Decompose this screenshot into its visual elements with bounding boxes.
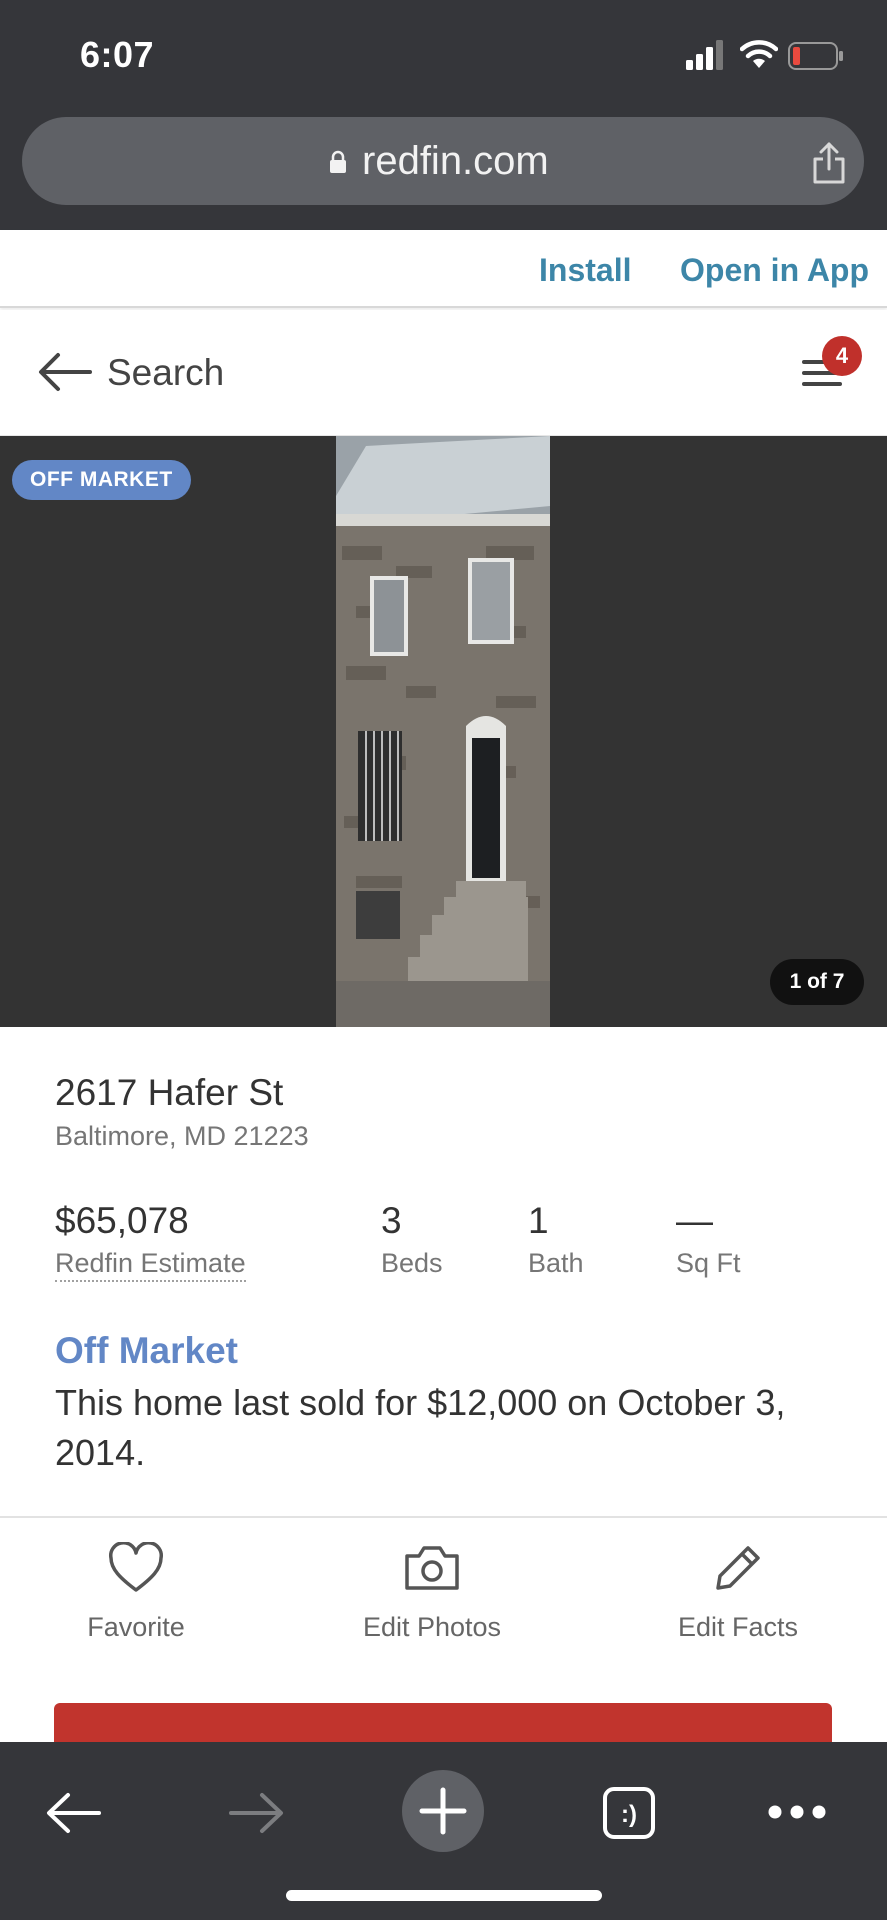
off-market-badge: OFF MARKET	[12, 460, 191, 500]
favorite-label: Favorite	[87, 1612, 185, 1642]
beds-label: Beds	[381, 1248, 443, 1278]
listing-photo-carousel[interactable]: OFF MARKET 1 of 7	[0, 436, 887, 1027]
lock-icon	[330, 150, 346, 173]
url-text: redfin.com	[362, 139, 549, 183]
battery-low-icon	[788, 42, 843, 70]
edit-facts-label: Edit Facts	[677, 1612, 799, 1642]
back-arrow-icon[interactable]	[36, 350, 92, 394]
app-install-banner: Install Open in App	[0, 230, 887, 308]
install-button[interactable]: Install	[539, 252, 631, 289]
divider	[0, 1516, 887, 1518]
menu-notification-badge: 4	[822, 336, 862, 376]
status-time: 6:07	[80, 34, 155, 75]
redfin-estimate-link[interactable]: Redfin Estimate	[55, 1248, 246, 1282]
edit-photos-label: Edit Photos	[362, 1612, 502, 1642]
listing-address: 2617 Hafer St	[55, 1072, 284, 1113]
page-header: Search 4	[0, 310, 887, 436]
browser-back-icon[interactable]	[44, 1790, 102, 1836]
beds-value: 3	[381, 1200, 402, 1241]
estimate-value: $65,078	[55, 1200, 189, 1241]
share-icon[interactable]	[810, 141, 848, 185]
wifi-icon	[740, 40, 778, 68]
sqft-label: Sq Ft	[676, 1248, 741, 1278]
tab-switcher-icon[interactable]: :)	[602, 1786, 656, 1840]
cellular-signal-icon	[686, 40, 723, 70]
camera-icon	[405, 1546, 459, 1590]
address-bar[interactable]: redfin.com	[22, 117, 864, 205]
listing-city: Baltimore, MD 21223	[55, 1121, 309, 1151]
photo-counter: 1 of 7	[770, 959, 864, 1005]
favorite-button[interactable]: Favorite	[16, 1542, 256, 1652]
baths-label: Bath	[528, 1248, 584, 1278]
baths-value: 1	[528, 1200, 549, 1241]
heart-icon	[109, 1542, 163, 1592]
house-photo	[336, 436, 550, 1027]
new-tab-icon[interactable]	[402, 1770, 484, 1852]
edit-photos-button[interactable]: Edit Photos	[312, 1542, 552, 1652]
more-options-icon[interactable]	[766, 1802, 828, 1822]
svg-text::): :)	[621, 1801, 637, 1828]
listing-status-heading: Off Market	[55, 1330, 238, 1371]
last-sold-text: This home last sold for $12,000 on Octob…	[55, 1382, 786, 1473]
browser-forward-icon[interactable]	[228, 1790, 286, 1836]
edit-facts-button[interactable]: Edit Facts	[618, 1542, 858, 1652]
status-bar: 6:07	[0, 0, 887, 110]
estimate-label[interactable]: Redfin Estimate	[55, 1248, 246, 1282]
sqft-value: —	[676, 1200, 713, 1241]
back-to-search-link[interactable]: Search	[107, 352, 224, 394]
pencil-icon	[716, 1546, 760, 1590]
browser-address-area: redfin.com	[0, 110, 887, 230]
open-in-app-button[interactable]: Open in App	[680, 252, 869, 289]
home-indicator[interactable]	[286, 1890, 602, 1901]
